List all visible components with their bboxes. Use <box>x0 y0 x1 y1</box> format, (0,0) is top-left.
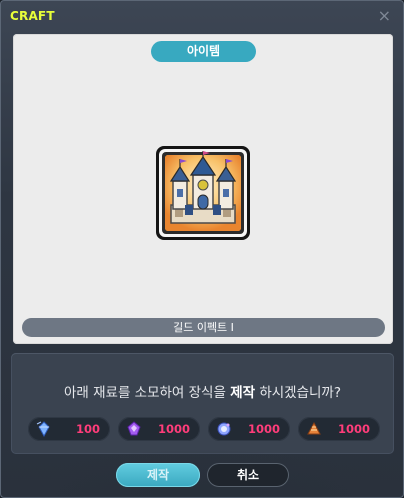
window-title: CRAFT <box>10 9 55 23</box>
confirm-emphasis: 제작 <box>230 385 256 401</box>
cancel-button[interactable]: 취소 <box>207 463 289 487</box>
material-item: 1000 <box>298 417 380 441</box>
item-preview-panel: 아이템 길드 이펙트 I <box>13 34 393 344</box>
confirm-prefix: 아래 재료를 소모하여 장식을 <box>63 385 231 401</box>
materials-panel: 아래 재료를 소모하여 장식을 제작 하시겠습니까? 100 1000 1000… <box>11 353 394 454</box>
blue-crystal-icon <box>36 421 50 437</box>
material-item: 1000 <box>208 417 290 441</box>
material-count: 1000 <box>247 422 280 436</box>
blue-gem-icon <box>217 422 231 436</box>
orange-cone-icon <box>307 421 321 435</box>
item-header-pill: 아이템 <box>151 41 256 62</box>
close-icon[interactable]: × <box>378 6 391 26</box>
purple-gem-icon <box>127 421 141 436</box>
item-name-bar: 길드 이펙트 I <box>22 318 385 337</box>
craft-dialog: CRAFT × 아이템 길드 이펙트 I 아래 재료를 소모하여 장식을 제작 … <box>0 0 404 498</box>
footer-decoration <box>1 449 404 497</box>
material-count: 1000 <box>337 422 370 436</box>
material-item: 100 <box>28 417 110 441</box>
material-item: 1000 <box>118 417 200 441</box>
confirm-question: 아래 재료를 소모하여 장식을 제작 하시겠습니까? <box>11 381 394 401</box>
craft-button[interactable]: 제작 <box>116 463 200 487</box>
castle-trophy-icon <box>156 146 250 240</box>
material-count: 100 <box>75 422 100 436</box>
materials-list: 100 1000 1000 1000 <box>28 417 380 441</box>
confirm-suffix: 하시겠습니까? <box>255 385 342 401</box>
material-count: 1000 <box>157 422 190 436</box>
